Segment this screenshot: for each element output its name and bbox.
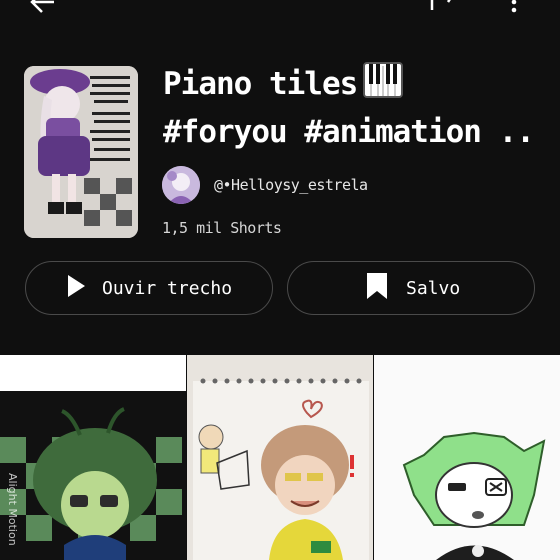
channel-handle[interactable]: @•Helloysy_estrela: [214, 176, 368, 194]
top-bar: [0, 0, 560, 20]
title-line-1: Piano tiles: [163, 66, 358, 102]
video-title: Piano tiles #foryou #animation ..: [163, 62, 553, 154]
shorts-count: 1,5 mil Shorts: [162, 219, 282, 237]
short-thumbnail[interactable]: Alight Motion: [0, 355, 186, 560]
short-thumbnail[interactable]: [374, 355, 560, 560]
short-thumbnail[interactable]: [187, 355, 373, 560]
share-icon[interactable]: [428, 0, 464, 18]
more-vert-icon[interactable]: [508, 0, 520, 18]
title-line-2: #foryou #animation ..: [163, 114, 535, 150]
saved-label: Salvo: [406, 277, 461, 299]
back-arrow-icon[interactable]: [26, 0, 56, 18]
avatar[interactable]: [162, 166, 200, 204]
shorts-grid: Alight Motion: [0, 355, 560, 560]
listen-preview-button[interactable]: Ouvir trecho: [25, 261, 273, 315]
piano-keys-icon: [363, 62, 404, 110]
listen-preview-label: Ouvir trecho: [102, 277, 233, 299]
play-icon: [66, 274, 86, 303]
watermark-text: Alight Motion: [6, 473, 19, 546]
saved-button[interactable]: Salvo: [287, 261, 535, 315]
channel-row[interactable]: @•Helloysy_estrela: [162, 166, 368, 204]
video-thumbnail[interactable]: [24, 66, 138, 238]
bookmark-icon: [366, 272, 388, 305]
